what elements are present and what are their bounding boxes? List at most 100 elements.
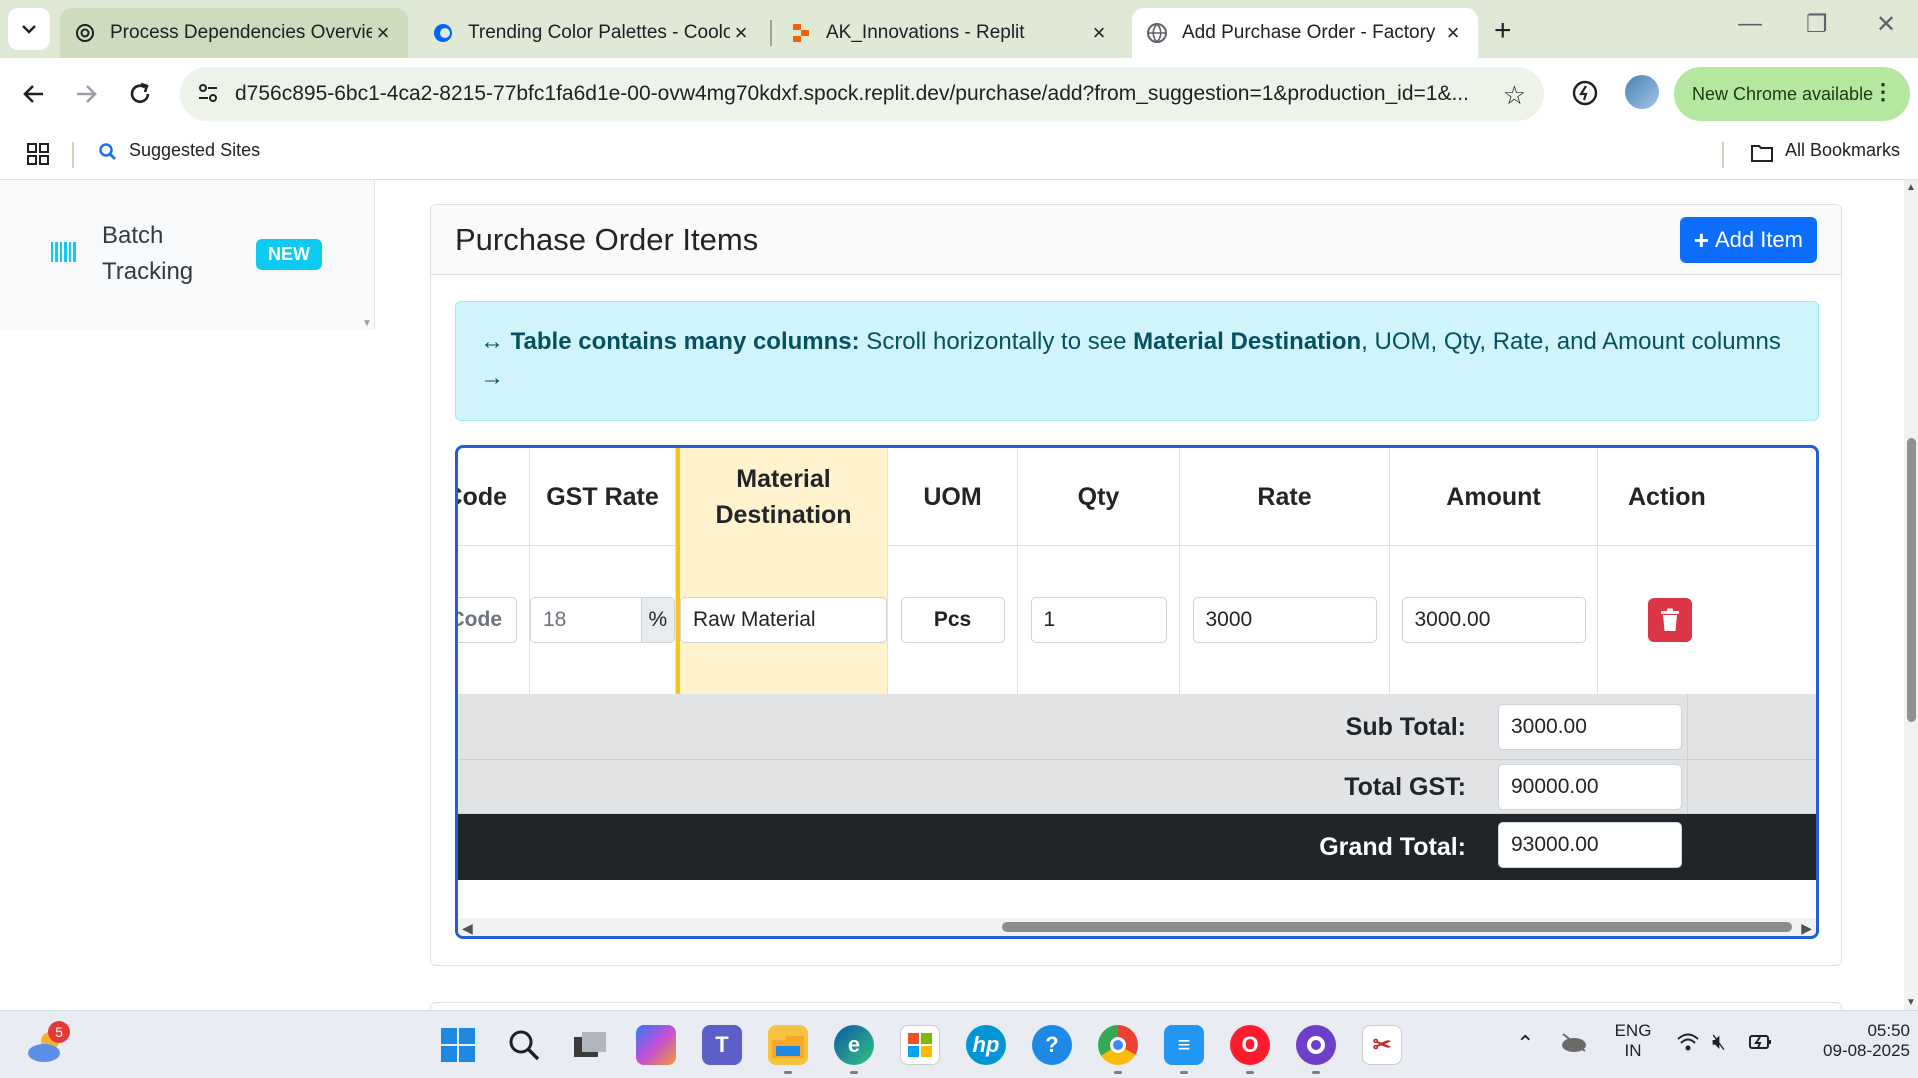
tab-separator [770,20,772,46]
vertical-scrollbar-thumb[interactable] [1907,438,1916,722]
grand-total-field[interactable]: 93000.00 [1498,822,1682,868]
purchase-order-items-card: Purchase Order Items + Add Item ↔ Table … [430,204,1842,966]
close-icon[interactable]: × [1088,20,1110,45]
next-card-top-edge [430,1002,1842,1010]
page-vertical-scrollbar[interactable]: ▲ ▼ [1904,180,1918,1010]
back-arrow-icon[interactable] [18,78,50,110]
forward-arrow-icon[interactable] [70,78,102,110]
uom-field[interactable]: Pcs [900,597,1005,643]
wifi-icon[interactable] [1676,1031,1700,1058]
bookmark-star-icon[interactable]: ☆ [1503,80,1526,111]
site-settings-icon[interactable] [196,81,220,110]
table-row: Code 18 % Raw Material Pcs 1 [458,546,1816,694]
clock[interactable]: 05:50 09-08-2025 [1784,1021,1910,1061]
language-indicator[interactable]: ENG IN [1606,1021,1660,1061]
apps-grid-icon[interactable] [26,142,50,171]
chrome-icon[interactable] [1098,1025,1138,1065]
help-icon[interactable]: ? [1032,1025,1072,1065]
battery-charging-icon[interactable] [1748,1031,1774,1058]
clock-time: 05:50 [1867,1021,1910,1040]
notification-badge: 5 [48,1021,70,1043]
close-icon[interactable]: × [372,20,394,45]
new-tab-plus-icon[interactable]: + [1494,14,1512,48]
rate-field[interactable]: 3000 [1192,597,1377,643]
total-gst-label: Total GST: [1344,772,1466,801]
scroll-left-arrow-icon[interactable]: ◀ [462,920,473,936]
amount-field[interactable]: 3000.00 [1401,597,1586,643]
delete-item-button[interactable] [1648,598,1692,642]
material-destination-field[interactable]: Raw Material [680,597,887,643]
tab-title: Process Dependencies Overview [110,22,372,43]
card-header: Purchase Order Items + Add Item [431,205,1841,275]
teams-icon[interactable]: T [702,1025,742,1065]
order-items-table-container[interactable]: Code GST Rate MaterialDestination UOM Qt… [455,445,1819,939]
plus-icon: + [1693,224,1709,255]
profile-avatar[interactable] [1625,75,1659,109]
edge-icon[interactable]: e [834,1025,874,1065]
opera-icon[interactable]: O [1230,1025,1270,1065]
alert-lead: Table contains many columns: [510,328,860,355]
windows-start-icon[interactable] [438,1025,478,1065]
close-icon[interactable]: × [1442,20,1464,45]
sub-total-field[interactable]: 3000.00 [1498,704,1682,750]
code-field[interactable]: Code [458,597,517,643]
performance-icon[interactable] [1570,78,1600,113]
table-header-row: Code GST Rate MaterialDestination UOM Qt… [458,448,1816,546]
tab-title: Add Purchase Order - Factory Manager [1182,22,1442,43]
barcode-icon [50,240,78,269]
window-close-icon[interactable]: ✕ [1876,10,1896,39]
cell-uom: Pcs [888,546,1018,694]
copilot-icon[interactable] [636,1025,676,1065]
sub-total-label: Sub Total: [1345,712,1466,741]
scroll-down-arrow-icon[interactable]: ▼ [1906,997,1916,1008]
minimize-icon[interactable]: — [1738,10,1762,38]
add-item-button[interactable]: + Add Item [1679,216,1817,263]
horizontal-scrollbar[interactable]: ◀ ▶ [458,918,1816,936]
onedrive-cloud-icon[interactable] [1560,1031,1588,1058]
scroll-down-arrow-icon[interactable]: ▼ [362,318,372,329]
restore-icon[interactable]: ❐ [1806,10,1828,39]
kebab-menu-icon[interactable]: ⋮ [1872,79,1894,105]
weather-widget[interactable]: 5 [26,1021,70,1068]
scroll-up-arrow-icon[interactable]: ▲ [1906,182,1916,193]
cell-rate: 3000 [1180,546,1390,694]
sidebar-item-batch-tracking[interactable]: Batch Tracking NEW [50,218,322,290]
task-view-icon[interactable] [570,1025,610,1065]
qty-field[interactable]: 1 [1030,597,1167,643]
tab-title: Trending Color Palettes - Coolors [468,22,730,43]
coolors-icon [432,22,454,44]
horizontal-scrollbar-thumb[interactable] [1002,922,1792,932]
notepad-icon[interactable]: ≡ [1164,1025,1204,1065]
scroll-hint-alert: ↔ Table contains many columns: Scroll ho… [455,301,1819,421]
microsoft-store-icon[interactable] [900,1025,940,1065]
cell-gst-rate: 18 % [530,546,676,694]
globe-icon [1146,22,1168,44]
tab-process-dependencies[interactable]: Process Dependencies Overview × [60,8,408,58]
gst-rate-field[interactable]: 18 [530,597,642,643]
total-gst-field[interactable]: 90000.00 [1498,764,1682,810]
openai-icon [74,22,96,44]
new-chrome-available-button[interactable]: New Chrome available ⋮ [1674,67,1910,121]
file-explorer-icon[interactable] [768,1025,808,1065]
close-icon[interactable]: × [730,20,752,45]
tab-replit[interactable]: AK_Innovations - Replit × [776,8,1124,58]
tab-add-purchase-order[interactable]: Add Purchase Order - Factory Manager × [1132,8,1478,58]
tab-search-button[interactable] [8,8,50,50]
browser-toolbar: d756c895-6bc1-4ca2-8215-77bfc1fa6d1e-00-… [0,58,1918,130]
all-bookmarks[interactable]: All Bookmarks [1785,140,1900,161]
trash-icon [1661,608,1679,631]
github-desktop-icon[interactable] [1296,1025,1336,1065]
col-header-amount: Amount [1390,448,1598,546]
reload-icon[interactable] [124,78,156,110]
search-icon[interactable] [504,1025,544,1065]
col-header-action: Action [1628,483,1706,511]
divider [1687,694,1688,760]
chevron-up-icon[interactable]: ⌃ [1516,1031,1534,1057]
hp-icon[interactable]: hp [966,1025,1006,1065]
tab-coolors[interactable]: Trending Color Palettes - Coolors × [418,8,766,58]
snipping-tool-icon[interactable]: ✂ [1362,1025,1402,1065]
scroll-right-arrow-icon[interactable]: ▶ [1801,920,1812,936]
address-bar[interactable]: d756c895-6bc1-4ca2-8215-77bfc1fa6d1e-00-… [180,67,1544,121]
speaker-muted-icon[interactable]: 🔇︎ [1712,1029,1726,1055]
bookmark-suggested-sites[interactable]: Suggested Sites [129,140,260,161]
